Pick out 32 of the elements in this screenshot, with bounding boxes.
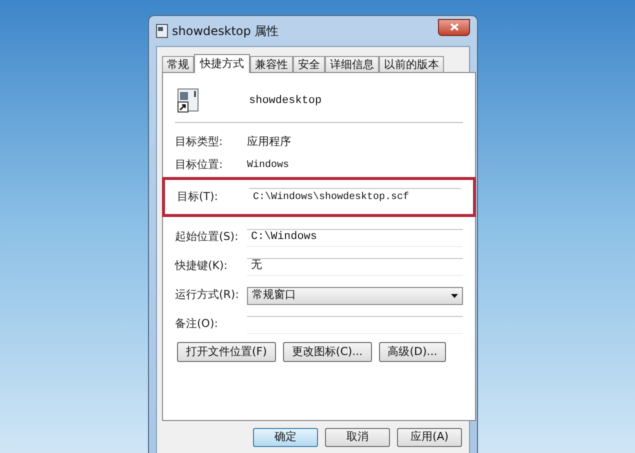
action-button[interactable]: 更改图标(C)... bbox=[282, 342, 372, 362]
tab[interactable]: 兼容性 bbox=[250, 56, 293, 72]
tab[interactable]: 详细信息 bbox=[325, 56, 379, 72]
window-title: showdesktop 属性 bbox=[172, 23, 279, 40]
info-label: 目标类型: bbox=[175, 134, 224, 150]
dropdown-caret-icon bbox=[451, 294, 458, 298]
dialog-button[interactable]: 取消 bbox=[325, 428, 390, 447]
field-label: 快捷键(K): bbox=[175, 258, 229, 274]
close-icon bbox=[450, 23, 458, 31]
tab[interactable]: 安全 bbox=[293, 56, 325, 72]
dialog-button[interactable]: 应用(A) bbox=[397, 428, 462, 447]
input-field[interactable] bbox=[247, 316, 463, 334]
input-field[interactable]: C:\Windows bbox=[247, 228, 463, 246]
shortcut-file-icon bbox=[156, 24, 168, 38]
info-label: 目标位置: bbox=[175, 157, 224, 174]
field-label: 目标(T): bbox=[177, 188, 220, 205]
field-label: 运行方式(R): bbox=[175, 287, 240, 304]
action-button[interactable]: 高级(D)... bbox=[378, 342, 446, 362]
tab[interactable]: 以前的版本 bbox=[379, 56, 444, 72]
info-value: Windows bbox=[247, 158, 290, 173]
shortcut-name: showdesktop bbox=[249, 94, 322, 109]
input-field[interactable]: C:\Windows\showdesktop.scf bbox=[249, 188, 461, 206]
field-label: 备注(O): bbox=[175, 316, 219, 332]
dialog-button[interactable]: 确定 bbox=[253, 428, 318, 447]
field-label: 起始位置(S): bbox=[175, 229, 240, 246]
tab[interactable]: 快捷方式 bbox=[194, 54, 250, 73]
action-button[interactable]: 打开文件位置(F) bbox=[177, 342, 276, 362]
close-button[interactable] bbox=[438, 18, 470, 36]
info-value: 应用程序 bbox=[247, 134, 291, 150]
input-field[interactable]: 无 bbox=[247, 258, 463, 276]
run-mode-dropdown[interactable]: 常规窗口 bbox=[247, 286, 463, 304]
tab[interactable]: 常规 bbox=[162, 56, 194, 72]
